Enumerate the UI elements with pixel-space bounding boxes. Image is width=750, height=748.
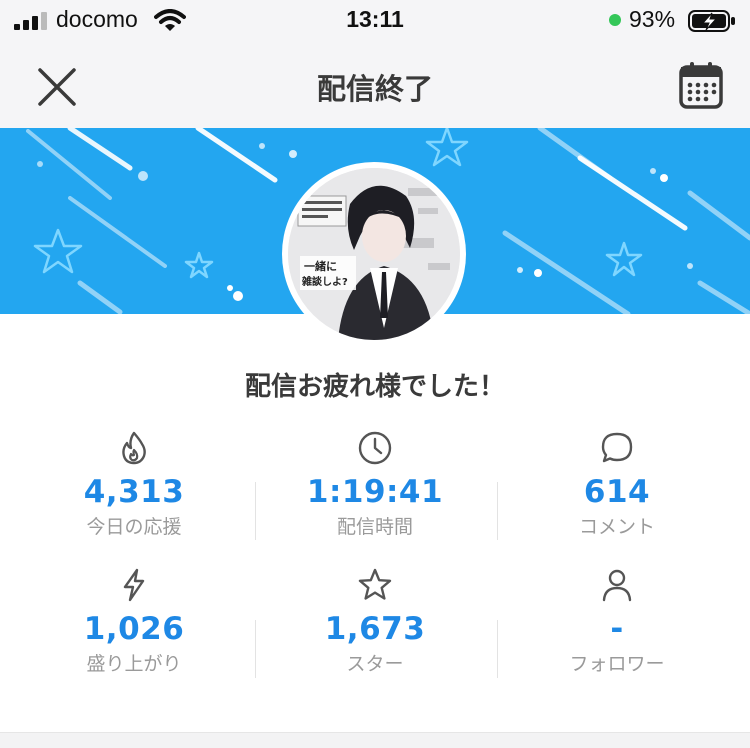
lightning-icon: [123, 568, 145, 602]
stat-comments: 614 コメント: [497, 430, 737, 539]
stat-label: 配信時間: [336, 516, 413, 538]
stat-duration: 1:19:41 配信時間: [255, 430, 495, 539]
bottom-separator: [0, 732, 750, 748]
comment-icon: [601, 432, 633, 463]
stat-label: 今日の応援: [86, 516, 182, 538]
stat-value: 1,026: [83, 611, 185, 647]
person-icon: [602, 569, 632, 602]
stat-followers: - フォロワー: [497, 567, 737, 676]
page-title: 配信終了: [316, 72, 433, 106]
avatar[interactable]: 一緒に 雑談しよ?: [288, 168, 460, 340]
stat-value: 4,313: [83, 474, 185, 510]
stat-label: 盛り上がり: [86, 653, 182, 675]
stat-value: 1:19:41: [306, 474, 444, 510]
navigation-bar: 配信終了: [0, 44, 750, 128]
stat-label: コメント: [578, 516, 655, 538]
stat-support: 4,313 今日の応援: [14, 430, 254, 539]
star-icon: [358, 568, 392, 600]
calendar-icon[interactable]: [678, 60, 724, 110]
stat-label: フォロワー: [569, 653, 665, 675]
completion-message: 配信お疲れ様でした！: [244, 372, 505, 402]
stat-value: 614: [583, 474, 651, 510]
stat-value: 1,673: [324, 611, 426, 647]
stat-stars: 1,673 スター: [255, 567, 495, 676]
flame-icon: [122, 431, 146, 465]
stat-label: スター: [346, 653, 404, 675]
stat-excitement: 1,026 盛り上がり: [14, 567, 254, 676]
avatar-text-line-1: 一緒に: [304, 259, 337, 273]
stat-value: -: [610, 611, 624, 647]
battery-percent: 93%: [629, 6, 676, 32]
battery-icon: [688, 10, 735, 32]
avatar-text-line-2: 雑談しよ?: [301, 275, 348, 288]
clock-icon: [358, 431, 392, 465]
status-bar: docomo 13:11 93%: [0, 0, 750, 44]
avatar-illustration: 一緒に 雑談しよ?: [288, 168, 460, 340]
charging-dot: [609, 14, 621, 26]
